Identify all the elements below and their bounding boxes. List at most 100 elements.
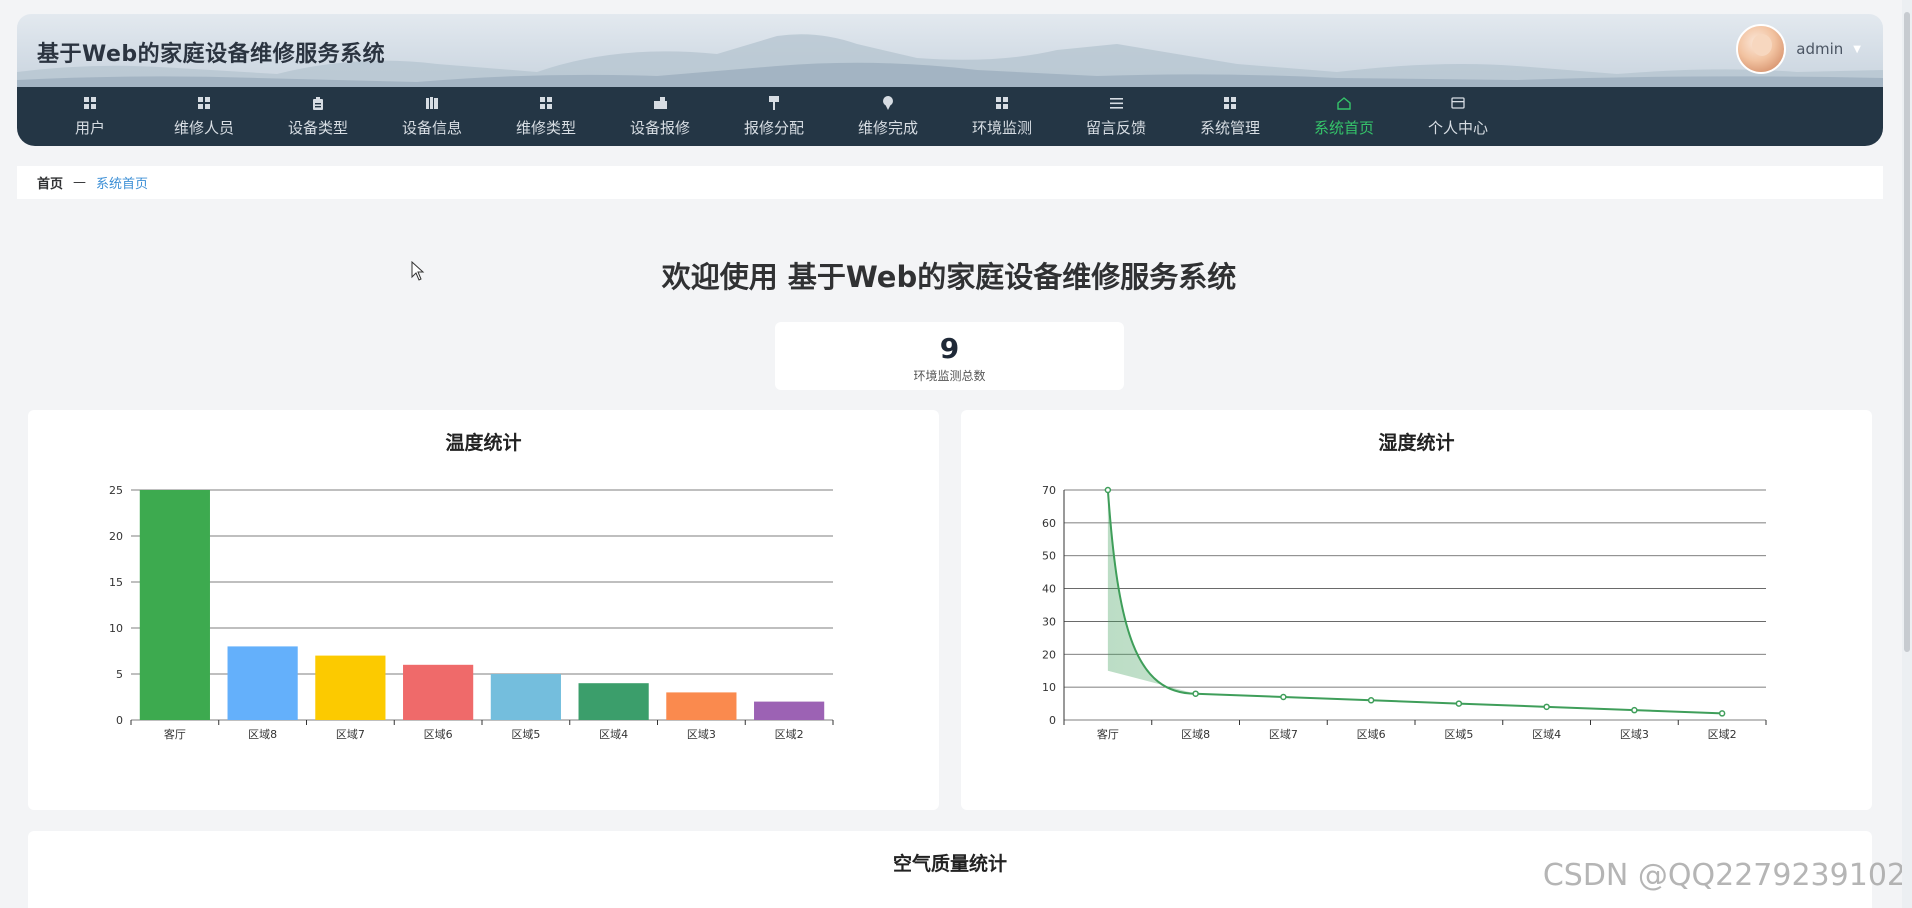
clipboard-icon — [310, 95, 326, 111]
y-tick-label: 30 — [1042, 615, 1056, 628]
data-point — [1367, 697, 1375, 704]
header-banner: 基于Web的家庭设备维修服务系统 admin ▼ — [17, 14, 1883, 87]
nav-label: 留言反馈 — [1085, 119, 1146, 137]
nav-label: 维修类型 — [515, 119, 576, 137]
x-tick-label: 客厅 — [1097, 727, 1119, 741]
nav-item-11[interactable]: 系统首页 — [1287, 87, 1401, 146]
humidity-line-chart: 0 10 20 30 40 50 60 70 客厅 区域8 区域7 区域6 区域5 区域4 区域3 区域2 — [1042, 484, 1767, 741]
chevron-down-icon[interactable]: ▼ — [1853, 44, 1861, 55]
bar — [403, 664, 474, 720]
nav-item-9[interactable]: 留言反馈 — [1059, 87, 1173, 146]
bar — [227, 646, 298, 720]
nav-label: 维修人员 — [173, 119, 234, 137]
brush-icon — [766, 95, 782, 111]
nav-label: 报修分配 — [743, 119, 804, 137]
scrollbar-thumb[interactable] — [1904, 12, 1910, 652]
stat-card-env-total: 9 环境监测总数 — [775, 322, 1124, 390]
nav-item-6[interactable]: 报修分配 — [717, 87, 831, 146]
breadcrumb-separator: — — [73, 175, 87, 190]
nav-item-4[interactable]: 维修类型 — [489, 87, 603, 146]
username[interactable]: admin — [1796, 40, 1843, 58]
y-tick-label: 40 — [1042, 583, 1056, 596]
nav-label: 设备报修 — [629, 119, 690, 137]
stat-value: 9 — [939, 332, 960, 365]
breadcrumb: 首页 — 系统首页 — [17, 166, 1883, 199]
nav-label: 个人中心 — [1427, 119, 1488, 137]
nav-item-7[interactable]: 维修完成 — [831, 87, 945, 146]
y-tick-label: 10 — [109, 622, 123, 635]
y-tick-label: 10 — [1042, 681, 1056, 694]
top-nav: 用户 维修人员 设备类型 设备信息 维修类型 设备报修 报修分配 维修完成 环境监测 留言反馈 系统… — [17, 87, 1883, 146]
watermark: CSDN @QQ2279239102 — [1542, 858, 1906, 893]
nav-item-1[interactable]: 维修人员 — [147, 87, 261, 146]
app-title: 基于Web的家庭设备维修服务系统 — [37, 42, 386, 67]
y-tick-label: 60 — [1042, 517, 1056, 530]
bar — [754, 701, 825, 720]
briefcase-icon — [652, 95, 668, 111]
y-tick-label: 5 — [116, 668, 123, 681]
bar — [139, 490, 210, 720]
y-tick-label: 15 — [109, 576, 123, 589]
avatar[interactable] — [1736, 24, 1787, 74]
temperature-bar-chart: 0 5 10 15 20 25 客厅 区域8 区域7 区域6 区域5 区域4 区域3 区域2 — [109, 484, 834, 741]
x-tick-label: 区域4 — [1532, 728, 1561, 741]
data-point — [1543, 703, 1550, 711]
grid-icon — [994, 95, 1010, 111]
x-tick-label: 区域7 — [336, 728, 365, 741]
mouse-cursor-icon — [411, 261, 425, 281]
page-scrollbar[interactable] — [1902, 0, 1912, 908]
x-tick-label: 区域2 — [775, 728, 804, 741]
nav-item-5[interactable]: 设备报修 — [603, 87, 717, 146]
x-tick-label: 区域6 — [1357, 728, 1386, 741]
nav-item-12[interactable]: 个人中心 — [1401, 87, 1515, 146]
humidity-chart-card: 湿度统计 0 10 20 30 40 50 60 70 客厅 区域8 区域7 区域6 区域5 区域4 区域3… — [961, 410, 1872, 810]
data-point — [1455, 700, 1463, 707]
x-tick-label: 区域8 — [1181, 728, 1210, 741]
nav-label: 用户 — [74, 119, 105, 137]
y-tick-label: 20 — [1042, 648, 1056, 661]
nav-label: 系统首页 — [1313, 119, 1374, 137]
pin-icon — [880, 95, 896, 111]
nav-label: 设备信息 — [401, 119, 462, 137]
bar — [666, 692, 737, 720]
data-point — [1718, 710, 1726, 717]
nav-label: 系统管理 — [1199, 119, 1260, 137]
data-point — [1280, 693, 1287, 701]
y-tick-label: 50 — [1042, 550, 1056, 563]
grid-icon — [196, 95, 212, 111]
nav-item-3[interactable]: 设备信息 — [375, 87, 489, 146]
nav-label: 环境监测 — [971, 119, 1032, 137]
y-tick-label: 0 — [116, 714, 123, 727]
bar — [490, 674, 561, 720]
series-line — [1106, 489, 1723, 715]
grid-icon — [1222, 95, 1238, 111]
nav-item-10[interactable]: 系统管理 — [1173, 87, 1287, 146]
y-tick-label: 20 — [109, 530, 123, 543]
nav-label: 设备类型 — [287, 119, 348, 137]
x-tick-label: 区域2 — [1708, 728, 1737, 741]
x-tick-label: 区域3 — [1620, 728, 1649, 741]
nav-item-2[interactable]: 设备类型 — [261, 87, 375, 146]
welcome-heading: 欢迎使用 基于Web的家庭设备维修服务系统 — [661, 260, 1237, 294]
nav-label: 维修完成 — [857, 119, 918, 137]
area-fill — [1107, 490, 1723, 714]
y-tick-label: 0 — [1049, 714, 1056, 727]
book-icon — [424, 95, 440, 111]
temperature-chart-card: 温度统计 0 5 10 15 20 25 客厅 区域8 区域7 区域6 区域5 区域4 区域3 区域2 — [28, 410, 939, 810]
x-tick-label: 区域5 — [511, 728, 540, 741]
nav-item-8[interactable]: 环境监测 — [945, 87, 1059, 146]
data-point — [1104, 486, 1112, 494]
home-icon — [1336, 95, 1352, 111]
x-tick-label: 区域4 — [599, 728, 628, 741]
x-tick-label: 客厅 — [164, 727, 186, 741]
nav-item-0[interactable]: 用户 — [33, 87, 147, 146]
user-menu[interactable]: admin ▼ — [1736, 24, 1861, 74]
card-icon — [1450, 95, 1466, 111]
bar — [315, 655, 386, 720]
breadcrumb-home[interactable]: 首页 — [37, 173, 63, 192]
stat-label: 环境监测总数 — [913, 369, 986, 383]
y-tick-label: 70 — [1042, 484, 1056, 497]
data-point — [1192, 690, 1199, 697]
x-tick-label: 区域3 — [687, 728, 716, 741]
bar — [578, 683, 649, 720]
